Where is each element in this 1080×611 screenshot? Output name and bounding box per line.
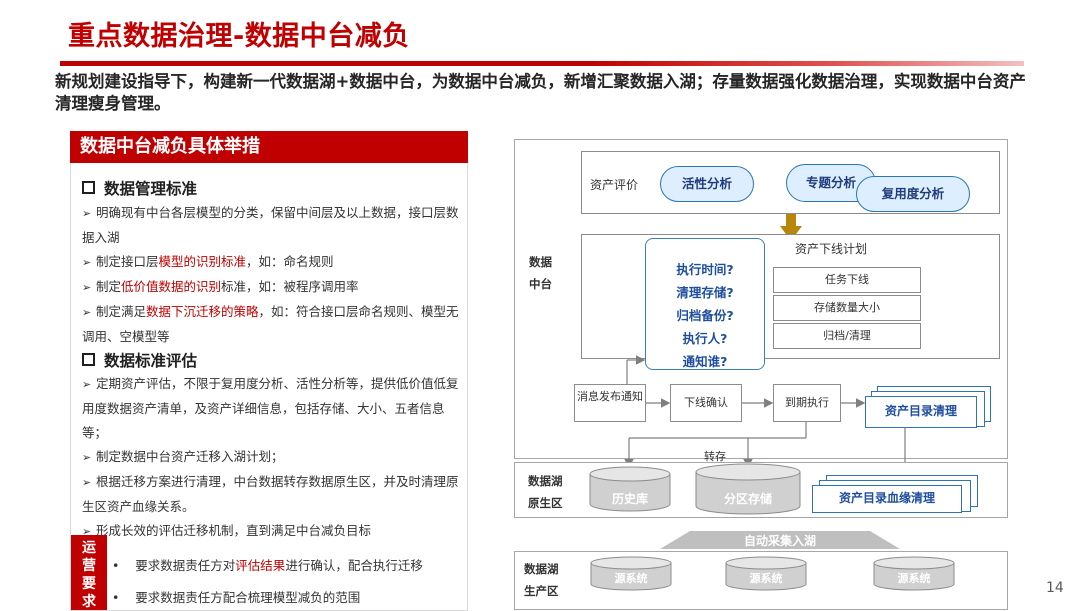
lineage-clean-box: 资产目录血缘清理: [812, 485, 962, 513]
cloud-reuse-analysis: 复用度分析: [856, 176, 970, 212]
asset-evaluation-label: 资产评价: [590, 178, 639, 192]
ops-requirement-tab: 运 营 要 求: [71, 535, 107, 610]
list-item: ➢ 制定满足数据下沉迁移的策略，如：符合接口层命名规则、模型无调用、空模型等: [82, 300, 464, 349]
source-system-label-2: 源系统: [749, 572, 783, 585]
section-title: 数据管理标准: [82, 177, 462, 199]
list-item: ➢ 制定数据中台资产迁移入湖计划；: [82, 445, 464, 470]
arrow-bullet-icon: ➢: [82, 451, 92, 464]
list-item: ➢ 定期资产评估，不限于复用度分析、活性分析等，提供低价值低复用度数据资产清单，及…: [82, 372, 464, 445]
task-archive-clean: 归档/清理: [773, 323, 921, 349]
arrow-bullet-icon: ➢: [82, 476, 92, 489]
list-item: ➢ 制定接口层模型的识别标准，如：命名规则: [82, 250, 464, 275]
cylinder-partition-storage: [695, 463, 801, 515]
arrow-bullet-icon: ➢: [82, 378, 92, 391]
prod-zone-label: 数据湖 生产区: [524, 562, 559, 598]
ops-requirement-2: • 要求数据责任方配合梳理模型减负的范围: [112, 590, 361, 605]
flow-offline-confirm: 下线确认: [670, 384, 742, 422]
raw-zone-label: 数据湖 原生区: [528, 474, 563, 510]
page-subtitle: 新规划建设指导下，构建新一代数据湖+数据中台，为数据中台减负，新增汇聚数据入湖；…: [55, 72, 1026, 113]
list-item: ➢ 明确现有中台各层模型的分类，保留中间层及以上数据，接口层数据入湖: [82, 201, 464, 250]
auto-ingest-label: 自动采集入湖: [743, 534, 816, 548]
flow-due-execute: 到期执行: [773, 384, 841, 422]
task-storage-size: 存储数量大小: [773, 295, 921, 321]
section2-list: ➢ 定期资产评估，不限于复用度分析、活性分析等，提供低价值低复用度数据资产清单，及…: [82, 372, 464, 544]
list-item: ➢ 根据迁移方案进行清理，中台数据转存数据原生区，并及时清理原生区资产血缘关系。: [82, 470, 464, 519]
title-underline: [60, 61, 1024, 66]
cylinder-history-db-label: 历史库: [611, 492, 648, 506]
arrow-bullet-icon: ➢: [82, 256, 92, 269]
task-offline: 任务下线: [773, 267, 921, 293]
page-title: 重点数据治理-数据中台减负: [68, 21, 410, 52]
checklist-questions: 执行时间? 清理存储? 归档备份? 执行人? 通知谁?: [676, 262, 734, 369]
square-bullet-icon: [82, 353, 95, 366]
offline-plan-label: 资产下线计划: [795, 242, 868, 256]
list-item: ➢ 形成长效的评估迁移机制，直到满足中台减负目标: [82, 519, 464, 544]
source-system-label-3: 源系统: [897, 572, 931, 585]
section-data-mgmt-standard: 数据管理标准: [82, 177, 462, 199]
measures-panel-header: 数据中台减负具体举措: [70, 131, 468, 163]
flow-asset-catalog-clean: 资产目录清理: [865, 396, 977, 428]
zhongtai-label: 数据 中台: [529, 255, 552, 291]
page-number: 14: [1046, 580, 1064, 596]
arrow-bullet-icon: ➢: [82, 306, 92, 319]
section-title: 数据标准评估: [82, 349, 462, 371]
cylinder-partition-storage-label: 分区存储: [723, 492, 772, 506]
source-system-label-1: 源系统: [614, 572, 648, 585]
cloud-activity-analysis: 活性分析: [660, 166, 754, 202]
ops-requirement-1: • 要求数据责任方对评估结果进行确认，配合执行迁移: [112, 558, 423, 573]
square-bullet-icon: [82, 181, 95, 194]
arrow-bullet-icon: ➢: [82, 281, 92, 294]
flow-notify: 消息发布通知: [574, 384, 646, 422]
list-item: ➢ 制定低价值数据的识别标准，如：被程序调用率: [82, 275, 464, 300]
arrow-bullet-icon: ➢: [82, 207, 92, 220]
section-data-std-eval: 数据标准评估: [82, 349, 462, 371]
section1-list: ➢ 明确现有中台各层模型的分类，保留中间层及以上数据，接口层数据入湖 ➢ 制定接口层…: [82, 201, 464, 349]
